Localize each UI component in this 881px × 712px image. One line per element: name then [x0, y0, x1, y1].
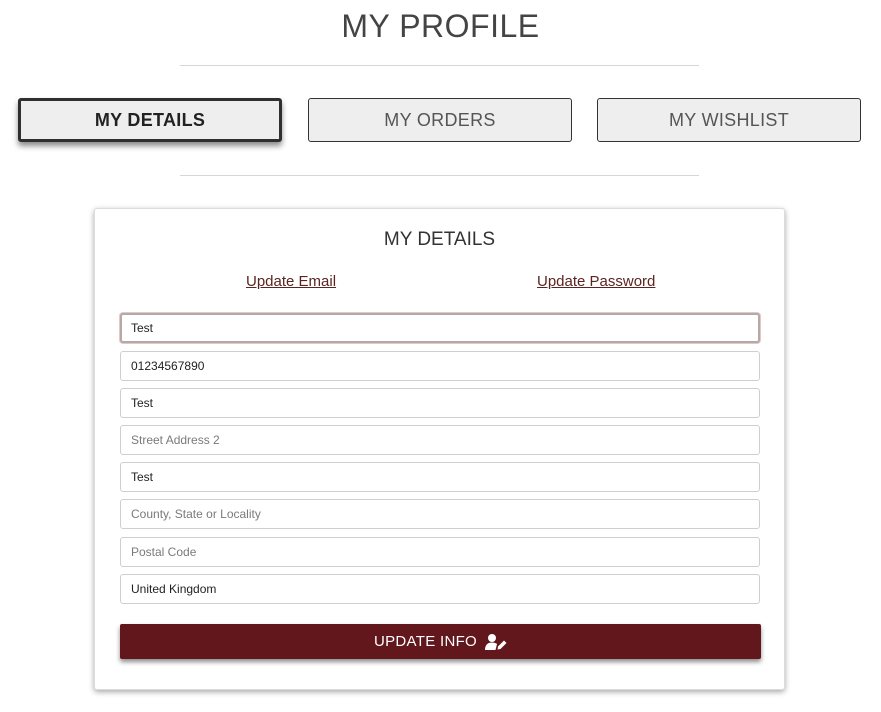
country-field[interactable]: [120, 574, 760, 604]
user-edit-icon: [485, 633, 507, 651]
update-info-button[interactable]: UPDATE INFO: [120, 624, 761, 659]
page-title: MY PROFILE: [341, 8, 540, 44]
street-address-2-field[interactable]: [120, 425, 760, 455]
county-field[interactable]: [120, 499, 760, 529]
tab-my-wishlist[interactable]: MY WISHLIST: [597, 98, 861, 142]
city-field[interactable]: [120, 462, 760, 492]
details-card: MY DETAILS Update Email Update Password …: [94, 208, 785, 690]
update-password-link[interactable]: Update Password: [537, 273, 655, 290]
tab-my-orders[interactable]: MY ORDERS: [308, 98, 572, 142]
update-email-link[interactable]: Update Email: [246, 273, 336, 290]
name-field[interactable]: [120, 313, 760, 343]
update-info-label: UPDATE INFO: [373, 633, 478, 650]
divider-top: [180, 65, 699, 66]
postal-code-field[interactable]: [120, 537, 760, 567]
street-address-1-field[interactable]: [120, 388, 760, 418]
details-title: MY DETAILS: [383, 229, 496, 250]
divider-bottom: [180, 175, 699, 176]
phone-field[interactable]: [120, 351, 760, 381]
tab-my-details[interactable]: MY DETAILS: [18, 98, 282, 142]
